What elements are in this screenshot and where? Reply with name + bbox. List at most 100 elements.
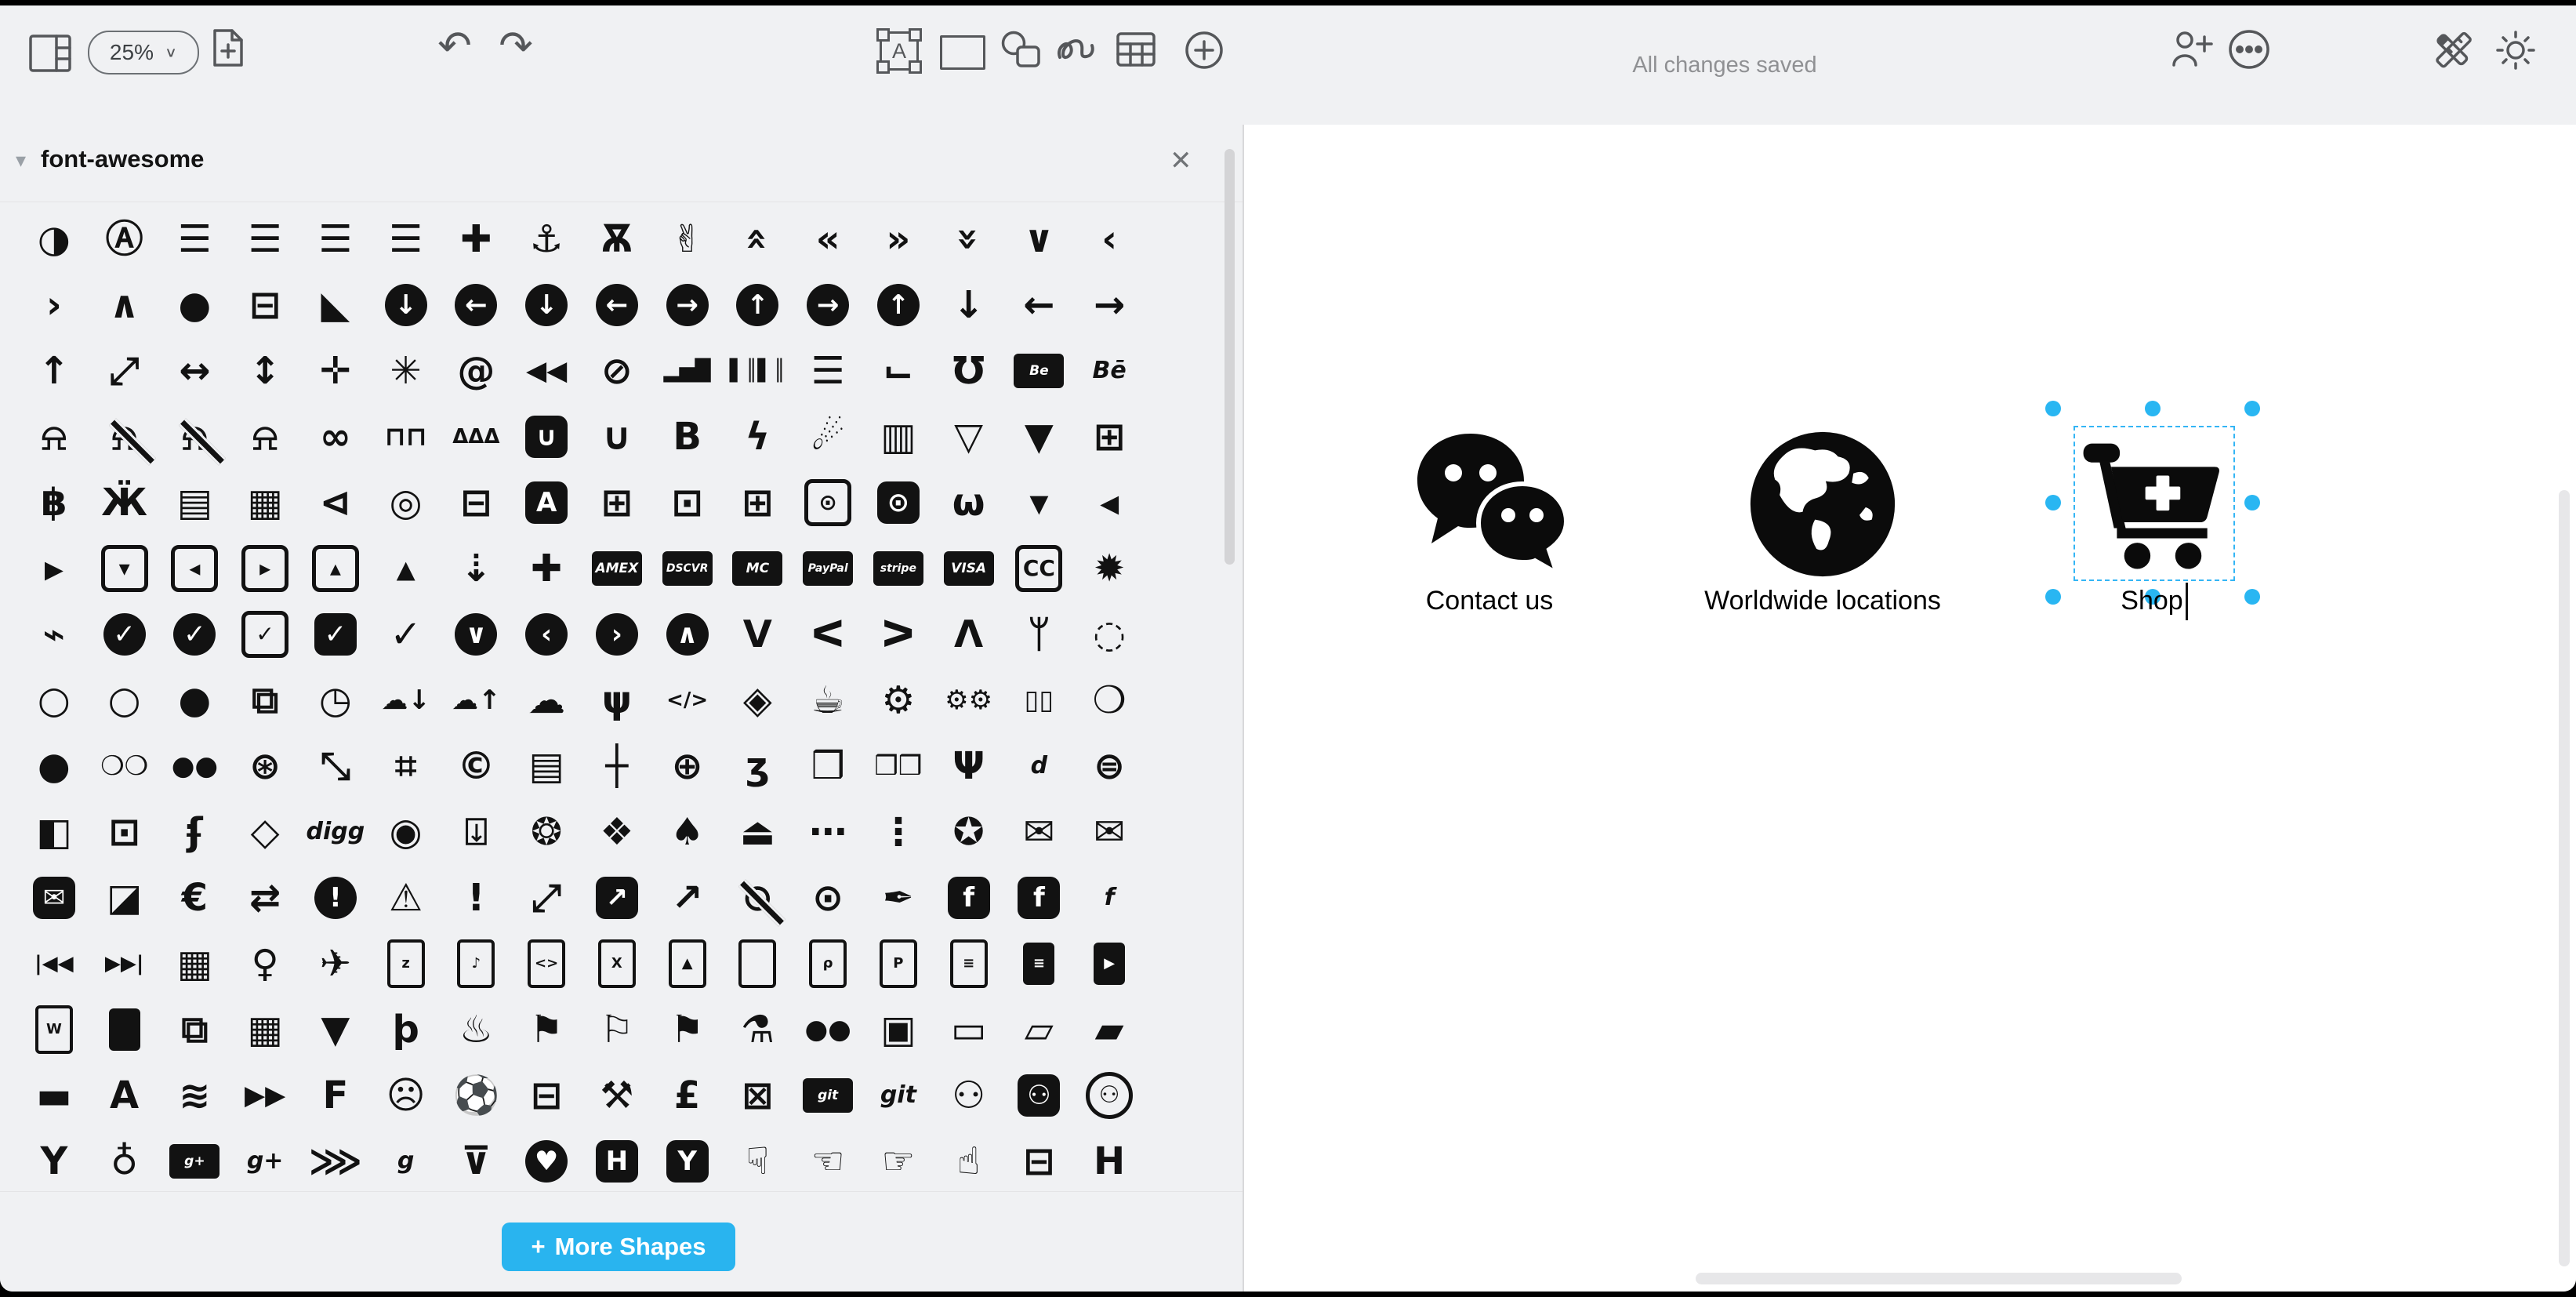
shape-file-pdf-o-icon[interactable]: ρ (793, 931, 863, 997)
selection-handle-nw[interactable] (2045, 401, 2061, 416)
shape-google-plus-square-icon[interactable]: g+ (160, 1128, 230, 1194)
shape-bell-slash-o-icon[interactable]: ⍾ (89, 404, 160, 470)
shape-align-justify-icon[interactable]: ☰ (230, 206, 300, 272)
shape-chevron-right-icon[interactable]: ᐳ (863, 601, 934, 667)
shape-google-plus-icon[interactable]: g+ (230, 1128, 300, 1194)
shape-file-archive-o-icon[interactable]: z (371, 931, 441, 997)
shape-file-text-o-icon[interactable]: ≡ (934, 931, 1004, 997)
shape-facebook-square-icon[interactable]: f (1004, 865, 1075, 931)
shape-graduation-cap-icon[interactable]: ⊽ (441, 1128, 512, 1194)
shape-dot-circle-o-icon[interactable]: ◉ (371, 799, 441, 865)
shape-flickr-icon[interactable]: ●● (793, 997, 863, 1063)
shape-comments-o-icon[interactable]: ❍❍ (89, 733, 160, 799)
shape-codepen-icon[interactable]: ◈ (723, 667, 793, 733)
shape-hand-o-left-icon[interactable]: ☜ (793, 1128, 863, 1194)
shape-cc-mastercard-icon[interactable]: MC (723, 536, 793, 601)
shape-circle-thin-icon[interactable]: ○ (89, 667, 160, 733)
shape-connectdevelop-icon[interactable]: ⌗ (371, 733, 441, 799)
shape-crop-icon[interactable]: ┼ (582, 733, 652, 799)
shape-cloud-upload-icon[interactable]: ☁↑ (441, 667, 512, 733)
shape-caret-square-o-left-icon[interactable]: ◂ (160, 536, 230, 601)
shape-label-editing[interactable]: Shop (2073, 586, 2230, 616)
shape-fire-extinguisher-icon[interactable]: þ (371, 997, 441, 1063)
shape-cube-icon[interactable]: ❒ (793, 733, 863, 799)
shape-facebook-icon[interactable]: f (1074, 865, 1145, 931)
shape-columns-icon[interactable]: ▯▯ (1004, 667, 1075, 733)
shape-adjust-icon[interactable]: ◑ (19, 206, 89, 272)
shape-buysellads-icon[interactable]: A (511, 470, 582, 536)
selection-handle-w[interactable] (2045, 495, 2061, 510)
shape-eyedropper-icon[interactable]: ✒ (863, 865, 934, 931)
shape-google-icon[interactable]: g (371, 1128, 441, 1194)
shape-calendar-o-icon[interactable]: ⊡ (652, 470, 723, 536)
shape-bus-icon[interactable]: ⊟ (441, 470, 512, 536)
selection-handle-ne[interactable] (2244, 401, 2260, 416)
shape-check-square-icon[interactable]: ✓ (300, 601, 371, 667)
shape-header-icon[interactable]: H (1074, 1128, 1145, 1194)
globe-shape[interactable] (1746, 427, 1899, 581)
shape-files-o-icon[interactable]: ⧉ (160, 997, 230, 1063)
shape-eject-icon[interactable]: ⏏ (723, 799, 793, 865)
shape-cc-amex-icon[interactable]: AMEX (582, 536, 652, 601)
shape-floppy-o-icon[interactable]: ▣ (863, 997, 934, 1063)
share-button[interactable] (2170, 31, 2215, 68)
shape-desktop-icon[interactable]: ⊡ (89, 799, 160, 865)
shape-briefcase-icon[interactable]: ⊞ (1074, 404, 1145, 470)
shape-bed-icon[interactable]: ⌙ (863, 338, 934, 404)
shape-child-icon[interactable]: ᛘ (1004, 601, 1075, 667)
shape-external-link-icon[interactable]: ↗ (652, 865, 723, 931)
shape-behance-square-icon[interactable]: Be (1004, 338, 1075, 404)
shape-bar-chart-icon[interactable]: ▂▅█ (652, 338, 723, 404)
shape-folder-o-icon[interactable]: ▭ (934, 997, 1004, 1063)
shape-cubes-icon[interactable]: ❒❒ (863, 733, 934, 799)
shape-code-icon[interactable]: </> (652, 667, 723, 733)
shape-bullhorn-icon[interactable]: ⊲ (300, 470, 371, 536)
shape-fast-forward-icon[interactable]: ▶▶| (89, 931, 160, 997)
shape-git-square-icon[interactable]: git (793, 1063, 863, 1128)
canvas-horizontal-scrollbar[interactable] (1696, 1273, 2182, 1284)
shape-gavel-icon[interactable]: ⚒ (582, 1063, 652, 1128)
shape-ellipsis-h-icon[interactable]: ⋯ (793, 799, 863, 865)
shape-font-icon[interactable]: A (89, 1063, 160, 1128)
shape-camera-icon[interactable]: ⊙ (863, 470, 934, 536)
shape-chain-broken-icon[interactable]: ⌁ (19, 601, 89, 667)
shape-angle-left-icon[interactable]: ‹ (1074, 206, 1145, 272)
shape-fax-icon[interactable]: ▦ (160, 931, 230, 997)
shape-birthday-cake-icon[interactable]: ΔΔΔ (441, 404, 512, 470)
shape-at-icon[interactable]: @ (441, 338, 512, 404)
shape-forward-icon[interactable]: ▶▶ (230, 1063, 300, 1128)
shape-google-wallet-icon[interactable]: ⋙ (300, 1128, 371, 1194)
shape-chevron-up-icon[interactable]: ᐱ (934, 601, 1004, 667)
shape-dropbox-icon[interactable]: ❖ (582, 799, 652, 865)
shape-folder-open-o-icon[interactable]: ▱ (1004, 997, 1075, 1063)
shape-fighter-jet-icon[interactable]: ✈ (300, 931, 371, 997)
shape-camera-retro-icon[interactable]: ⊙ (793, 470, 863, 536)
shape-female-icon[interactable]: ♀ (230, 931, 300, 997)
canvas[interactable] (1244, 125, 2576, 1292)
shape-label[interactable]: Worldwide locations (1689, 586, 1956, 616)
shape-forumbee-icon[interactable]: ≋ (160, 1063, 230, 1128)
shape-calendar-icon[interactable]: ⊞ (723, 470, 793, 536)
shape-gratipay-icon[interactable]: ♥ (511, 1128, 582, 1194)
shape-hand-o-up-icon[interactable]: ☝ (934, 1128, 1004, 1194)
shape-cutlery-icon[interactable]: Ψ (934, 733, 1004, 799)
shape-building-icon[interactable]: ▦ (230, 470, 300, 536)
shape-angle-double-right-icon[interactable]: » (863, 206, 934, 272)
shape-file-word-o-icon[interactable]: W (19, 997, 89, 1063)
shape-glass-icon[interactable]: Y (19, 1128, 89, 1194)
shape-angle-double-up-icon[interactable]: » (934, 206, 1004, 272)
shape-binoculars-icon[interactable]: ⊓⊓ (371, 404, 441, 470)
shape-check-circle-icon[interactable]: ✓ (160, 601, 230, 667)
canvas-vertical-scrollbar[interactable] (2559, 490, 2570, 1266)
shape-cc-discover-icon[interactable]: DSCVR (652, 536, 723, 601)
shape-archive-icon[interactable]: ⊟ (230, 272, 300, 338)
zoom-dropdown[interactable]: 25% ∨ (88, 31, 199, 74)
shape-bell-slash-icon[interactable]: ⍾ (160, 404, 230, 470)
shape-backward-icon[interactable]: ◀◀ (511, 338, 582, 404)
shape-crosshairs-icon[interactable]: ⊕ (652, 733, 723, 799)
shape-arrow-circle-o-right-icon[interactable]: → (652, 272, 723, 338)
shape-caret-down-icon[interactable]: ▾ (1004, 470, 1075, 536)
shape-caret-right-icon[interactable]: ▸ (19, 536, 89, 601)
new-page-icon[interactable] (212, 27, 245, 68)
shape-angle-double-down-icon[interactable]: « (723, 206, 793, 272)
